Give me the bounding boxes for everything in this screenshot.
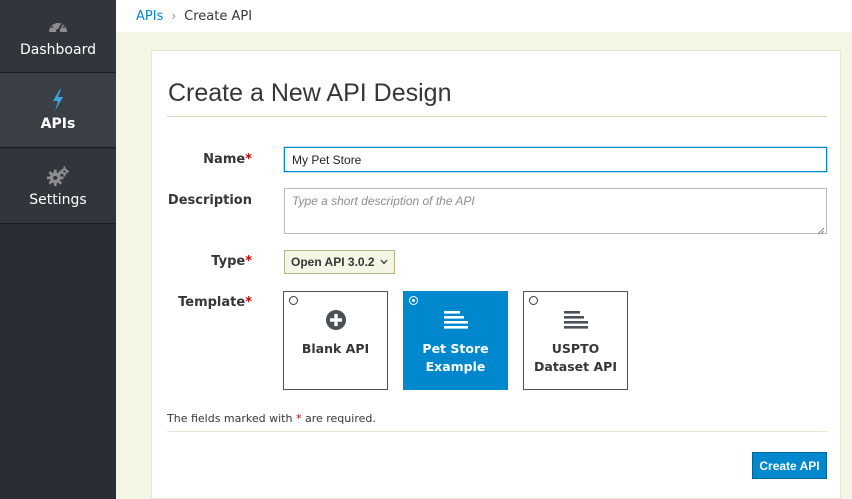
name-label: Name* xyxy=(152,152,252,167)
breadcrumb-separator: › xyxy=(171,9,177,23)
sidebar: Dashboard APIs Settings xyxy=(0,0,116,499)
required-fields-note: The fields marked with * are required. xyxy=(167,412,376,425)
required-marker: * xyxy=(245,254,252,269)
note-prefix: The fields marked with xyxy=(167,412,293,425)
sidebar-item-settings[interactable]: Settings xyxy=(0,149,116,224)
sidebar-filler xyxy=(0,225,116,499)
description-label-text: Description xyxy=(167,193,252,208)
breadcrumb: APIs › Create API xyxy=(116,0,852,32)
required-marker: * xyxy=(245,152,252,167)
required-marker: * xyxy=(295,412,302,425)
type-dropdown[interactable]: Open API 3.0.2 xyxy=(284,250,395,274)
page-title: Create a New API Design xyxy=(168,79,452,107)
sidebar-item-label: Dashboard xyxy=(20,41,96,58)
description-placeholder: Type a short description of the API xyxy=(292,194,475,208)
required-marker: * xyxy=(245,295,252,310)
template-option-uspto-dataset-api[interactable]: USPTO Dataset API xyxy=(523,291,628,390)
title-divider xyxy=(167,116,827,117)
chevron-down-icon xyxy=(380,257,388,267)
dashboard-icon xyxy=(47,15,69,37)
list-lines-icon xyxy=(563,308,589,332)
sidebar-item-apis[interactable]: APIs xyxy=(0,73,116,148)
template-option-pet-store-example[interactable]: Pet Store Example xyxy=(403,291,508,390)
plus-circle-icon xyxy=(325,308,347,332)
breadcrumb-link-apis[interactable]: APIs xyxy=(136,9,163,24)
radio-button[interactable] xyxy=(529,296,538,305)
gears-icon xyxy=(47,165,69,187)
type-dropdown-value: Open API 3.0.2 xyxy=(291,255,375,269)
resize-grip-icon[interactable] xyxy=(817,224,825,235)
template-option-blank-api[interactable]: Blank API xyxy=(283,291,388,390)
create-api-card: Create a New API Design Name* My Pet Sto… xyxy=(151,50,841,499)
radio-button[interactable] xyxy=(289,296,298,305)
radio-button[interactable] xyxy=(409,296,418,305)
description-field[interactable]: Type a short description of the API xyxy=(284,188,827,235)
name-field[interactable]: My Pet Store xyxy=(284,147,827,172)
sidebar-item-dashboard[interactable]: Dashboard xyxy=(0,0,116,73)
breadcrumb-current: Create API xyxy=(184,8,253,24)
template-label: Template* xyxy=(152,295,252,310)
template-option-label: Pet Store Example xyxy=(422,341,489,374)
type-label-text: Type xyxy=(211,254,246,269)
template-option-label: Blank API xyxy=(301,341,370,356)
template-option-label: USPTO Dataset API xyxy=(534,341,617,374)
template-label-text: Template xyxy=(178,295,246,310)
list-lines-icon xyxy=(443,308,469,332)
sidebar-item-label: APIs xyxy=(40,115,76,132)
sidebar-item-label: Settings xyxy=(29,191,87,208)
name-label-text: Name xyxy=(203,152,246,167)
note-suffix: are required. xyxy=(304,412,376,425)
footer-divider xyxy=(167,431,827,432)
name-field-value: My Pet Store xyxy=(292,152,362,167)
create-api-button[interactable]: Create API xyxy=(752,452,827,479)
description-label: Description xyxy=(152,193,252,208)
type-label: Type* xyxy=(152,254,252,269)
bolt-icon xyxy=(47,88,69,111)
